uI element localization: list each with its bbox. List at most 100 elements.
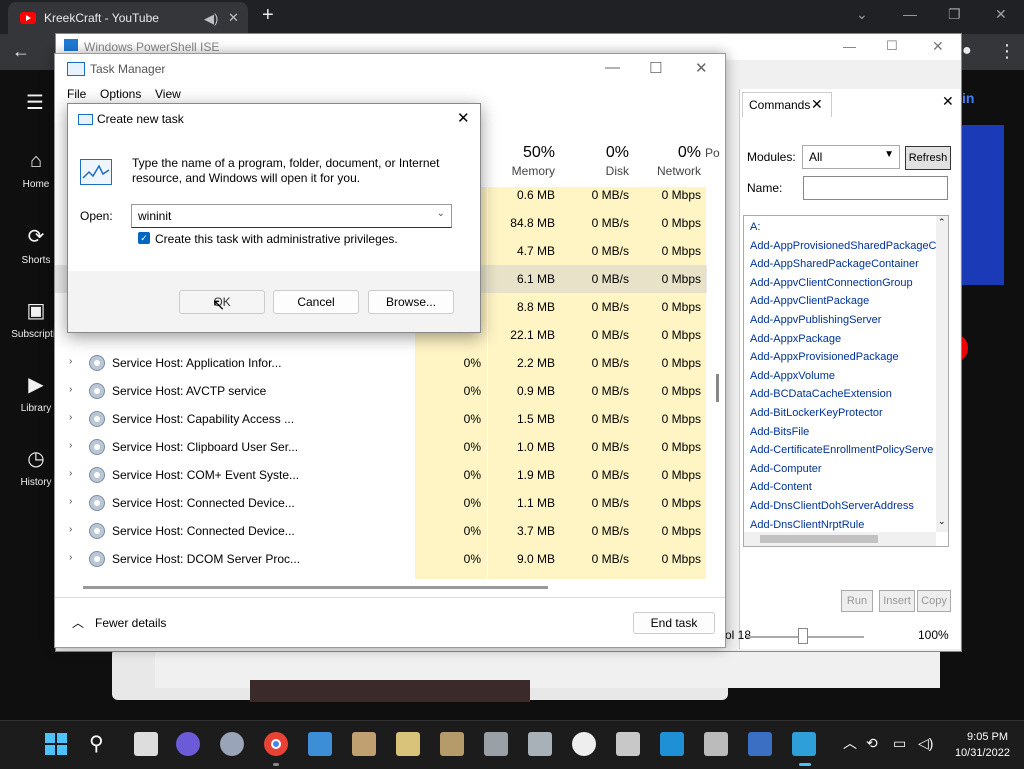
system-tool-icon[interactable]	[484, 732, 508, 756]
new-tab-button[interactable]: +	[262, 4, 274, 27]
remote-desktop-icon[interactable]	[660, 732, 684, 756]
hamburger-menu-icon[interactable]: ☰	[26, 90, 44, 115]
column-memory[interactable]: 50% Memory	[479, 144, 555, 178]
menu-file[interactable]: File	[67, 87, 86, 101]
command-item[interactable]: Add-DnsClientDohServerAddress	[750, 497, 937, 516]
search-icon[interactable]: ⚲	[89, 731, 104, 756]
command-item[interactable]: Add-AppvPublishingServer	[750, 311, 937, 330]
column-disk[interactable]: 0% Disk	[561, 144, 629, 178]
process-row[interactable]: › Service Host: Connected Device... 0% 3.7 …	[55, 517, 707, 545]
channel-link[interactable]: in	[962, 90, 974, 106]
process-row[interactable]: › Service Host: AVCTP service 0% 0.9 MB 0 MB…	[55, 377, 707, 405]
expand-chevron-icon[interactable]: ›	[69, 412, 72, 423]
command-item[interactable]: Add-BCDataCacheExtension	[750, 385, 937, 404]
scroll-down-icon[interactable]: ⌄	[938, 516, 946, 527]
tm-maximize-icon[interactable]: ☐	[649, 59, 662, 77]
browser-tab[interactable]: KreekCraft - YouTube ◀) ✕	[8, 2, 248, 34]
insert-button[interactable]: Insert	[879, 590, 915, 612]
clock-app-icon[interactable]	[572, 732, 596, 756]
expand-chevron-icon[interactable]: ›	[69, 552, 72, 563]
close-pane-icon[interactable]: ✕	[942, 93, 954, 110]
process-row[interactable]: › Service Host: COM+ Event Syste... 0% 1.9 …	[55, 461, 707, 489]
end-task-button[interactable]: End task	[633, 612, 715, 634]
process-row[interactable]: › Service Host: Clipboard User Ser... 0% 1.…	[55, 433, 707, 461]
command-item[interactable]: Add-BitsFile	[750, 423, 937, 442]
chrome-dropdown-icon[interactable]: ⌄	[856, 6, 868, 23]
package-icon[interactable]	[396, 732, 420, 756]
expand-chevron-icon[interactable]: ›	[69, 496, 72, 507]
command-item[interactable]: Add-CertificateEnrollmentPolicyServe	[750, 441, 937, 460]
chrome-icon[interactable]	[264, 732, 288, 756]
start-icon[interactable]	[44, 732, 68, 756]
powershell-ise-icon[interactable]	[748, 732, 772, 756]
scroll-thumb[interactable]	[760, 535, 878, 543]
run-button[interactable]: Run	[841, 590, 873, 612]
profile-icon[interactable]: ●	[962, 42, 972, 60]
column-network[interactable]: 0% Network	[635, 144, 701, 178]
task-view-icon[interactable]	[134, 732, 158, 756]
command-item[interactable]: Add-AppxPackage	[750, 330, 937, 349]
process-row[interactable]: ›Service Host: DHCP Client0%0.9 MB0 MB/s…	[55, 573, 707, 579]
volume-icon[interactable]: ◁)	[918, 735, 933, 752]
process-row[interactable]: › Service Host: Connected Device... 0% 1.1 …	[55, 489, 707, 517]
ise-minimize-icon[interactable]: —	[843, 39, 856, 54]
chevron-down-icon[interactable]: ⌄	[437, 208, 445, 219]
commands-vertical-scrollbar[interactable]: ⌃ ⌄	[936, 216, 948, 532]
command-item[interactable]: Add-AppxProvisionedPackage	[750, 348, 937, 367]
commands-horizontal-scrollbar[interactable]	[744, 532, 936, 546]
drive-icon[interactable]	[704, 732, 728, 756]
tray-chevron-up-icon[interactable]: ︿	[843, 733, 857, 753]
security-icon[interactable]	[440, 732, 464, 756]
teams-chat-icon[interactable]	[176, 732, 200, 756]
zoom-slider-thumb[interactable]	[798, 628, 808, 644]
chrome-menu-icon[interactable]: ⋮	[998, 41, 1016, 62]
device-manager-icon[interactable]	[528, 732, 552, 756]
admin-privileges-label[interactable]: Create this task with administrative pri…	[155, 232, 398, 246]
chrome-minimize-icon[interactable]: —	[903, 6, 917, 22]
close-tab-icon[interactable]: ✕	[811, 96, 823, 113]
process-list-scrollbar-thumb[interactable]	[716, 374, 719, 402]
expand-chevron-icon[interactable]: ›	[69, 356, 72, 367]
command-item[interactable]: Add-BitLockerKeyProtector	[750, 404, 937, 423]
expand-chevron-icon[interactable]: ›	[69, 440, 72, 451]
process-list-horizontal-scrollbar[interactable]	[83, 586, 548, 589]
cancel-button[interactable]: Cancel	[273, 290, 359, 314]
network-icon[interactable]: ▭	[893, 735, 906, 752]
open-input[interactable]: wininit ⌄	[131, 204, 452, 228]
scroll-up-icon[interactable]: ⌃	[938, 217, 946, 228]
column-power[interactable]: Po	[705, 144, 725, 160]
chrome-restore-icon[interactable]: ❐	[948, 6, 961, 23]
sync-icon[interactable]: ⟲	[866, 735, 878, 752]
menu-view[interactable]: View	[155, 87, 181, 101]
tab-close-icon[interactable]: ✕	[228, 10, 239, 26]
expand-chevron-icon[interactable]: ›	[69, 468, 72, 479]
browse-button[interactable]: Browse...	[368, 290, 454, 314]
chevron-up-icon[interactable]: ︿	[72, 614, 84, 631]
menu-options[interactable]: Options	[100, 87, 141, 101]
ise-maximize-icon[interactable]: ☐	[886, 38, 898, 54]
commands-tab[interactable]: Commands ✕	[742, 92, 832, 117]
expand-chevron-icon[interactable]: ›	[69, 524, 72, 535]
commands-list[interactable]: A: Add-AppProvisionedSharedPackageC Add-Ap…	[743, 215, 949, 547]
video-thumbnail-edge[interactable]	[960, 125, 1004, 285]
tm-close-icon[interactable]: ✕	[695, 59, 708, 77]
modules-select[interactable]: All ▼	[802, 145, 900, 169]
audio-playing-icon[interactable]: ◀)	[204, 11, 218, 27]
name-input[interactable]	[803, 176, 948, 200]
command-item[interactable]: Add-AppSharedPackageContainer	[750, 255, 937, 274]
process-row[interactable]: › Service Host: Application Infor... 0% 2.2…	[55, 349, 707, 377]
chrome-close-icon[interactable]: ✕	[995, 6, 1007, 23]
clock-time[interactable]: 9:05 PM	[966, 731, 1008, 743]
control-panel-icon[interactable]	[308, 732, 332, 756]
refresh-button[interactable]: Refresh	[905, 146, 951, 170]
app-sphere-icon[interactable]	[220, 732, 244, 756]
registry-icon[interactable]	[352, 732, 376, 756]
command-item[interactable]: Add-AppProvisionedSharedPackageC	[750, 237, 937, 256]
dialog-close-icon[interactable]: ✕	[457, 109, 470, 127]
copy-button[interactable]: Copy	[917, 590, 951, 612]
task-manager-taskbar-icon[interactable]	[792, 732, 816, 756]
tm-minimize-icon[interactable]: —	[605, 59, 620, 76]
admin-privileges-checkbox[interactable]: ✓	[138, 232, 150, 244]
process-row[interactable]: › Service Host: Capability Access ... 0% 1.…	[55, 405, 707, 433]
command-item[interactable]: Add-AppvClientConnectionGroup	[750, 274, 937, 293]
